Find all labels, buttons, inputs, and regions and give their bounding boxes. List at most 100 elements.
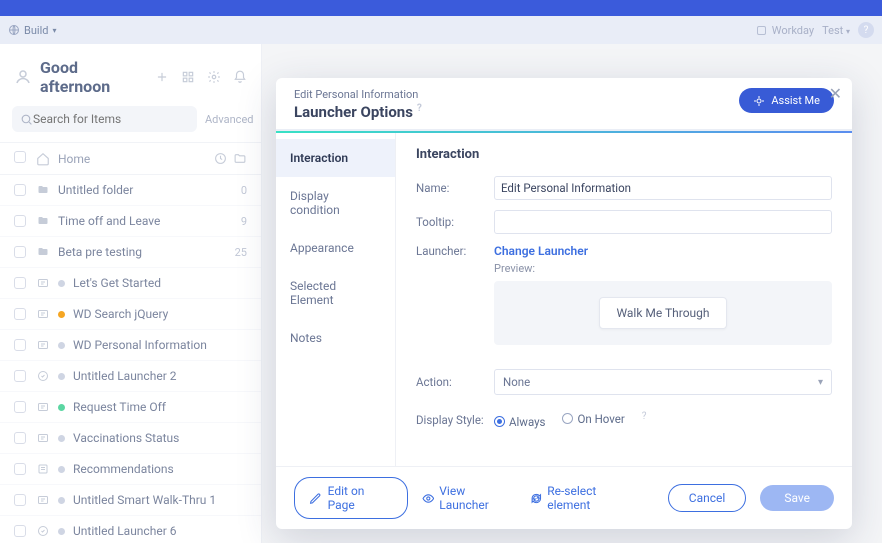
help-icon[interactable]: ?: [642, 411, 647, 422]
search-input[interactable]: [33, 112, 189, 126]
preview-label: Preview:: [494, 262, 832, 275]
pencil-icon: [309, 492, 322, 505]
checkbox[interactable]: [14, 401, 26, 413]
edit-on-page-button[interactable]: Edit on Page: [294, 477, 408, 519]
folder-row[interactable]: Beta pre testing25: [0, 237, 261, 268]
action-select[interactable]: None ▾: [494, 369, 832, 395]
folder-row[interactable]: Untitled folder0: [0, 175, 261, 206]
status-dot: [58, 435, 65, 442]
checkbox[interactable]: [14, 277, 26, 289]
walkthrough-icon: [36, 308, 50, 320]
radio-icon: [562, 413, 573, 424]
list-item[interactable]: Let's Get Started: [0, 268, 261, 299]
grid-icon[interactable]: [181, 70, 195, 84]
preview-area: Walk Me Through: [494, 281, 832, 345]
help-icon[interactable]: ?: [417, 103, 422, 114]
home-icon: [36, 152, 50, 166]
bell-icon[interactable]: [233, 70, 247, 84]
name-label: Name:: [416, 181, 494, 195]
walkthrough-icon: [36, 494, 50, 506]
list-item[interactable]: Request Time Off: [0, 392, 261, 423]
list-item[interactable]: WD Search jQuery: [0, 299, 261, 330]
modal-title: Launcher Options?: [294, 103, 422, 121]
preview-walkme-button[interactable]: Walk Me Through: [599, 297, 726, 329]
tooltip-label: Tooltip:: [416, 215, 494, 229]
list-item[interactable]: Untitled Smart Walk-Thru 1: [0, 485, 261, 516]
list-item[interactable]: Vaccinations Status: [0, 423, 261, 454]
search-input-wrap[interactable]: [12, 106, 197, 132]
cancel-button[interactable]: Cancel: [668, 484, 747, 512]
select-all-checkbox[interactable]: [14, 151, 26, 166]
list-item[interactable]: WD Personal Information: [0, 330, 261, 361]
checkbox[interactable]: [14, 184, 26, 196]
item-label: Let's Get Started: [73, 276, 247, 290]
workday-tag[interactable]: Workday: [757, 24, 814, 37]
checkbox[interactable]: [14, 525, 26, 537]
change-launcher-link[interactable]: Change Launcher: [494, 244, 588, 258]
clock-icon[interactable]: [214, 152, 227, 165]
folder-label: Beta pre testing: [58, 245, 235, 259]
item-label: Untitled Launcher 2: [73, 369, 247, 383]
chevron-down-icon: ▾: [818, 377, 823, 388]
list-item[interactable]: Untitled Launcher 2: [0, 361, 261, 392]
advanced-link[interactable]: Advanced: [205, 113, 253, 126]
sidenav-appearance[interactable]: Appearance: [276, 229, 395, 267]
checkbox[interactable]: [14, 370, 26, 382]
status-dot: [58, 497, 65, 504]
resource-icon: [36, 463, 50, 475]
launcher-icon: [36, 525, 50, 537]
home-label: Home: [58, 152, 90, 166]
close-icon[interactable]: ✕: [829, 84, 842, 103]
checkbox[interactable]: [14, 215, 26, 227]
checkbox[interactable]: [14, 308, 26, 320]
home-row[interactable]: Home: [0, 142, 261, 175]
item-label: WD Search jQuery: [73, 307, 247, 321]
item-label: WD Personal Information: [73, 338, 247, 352]
sidenav-interaction[interactable]: Interaction: [276, 139, 395, 177]
assist-me-button[interactable]: Assist Me: [739, 88, 834, 113]
sidenav-selected-element[interactable]: Selected Element: [276, 267, 395, 319]
checkbox[interactable]: [14, 339, 26, 351]
test-tag[interactable]: Test ▾: [822, 24, 850, 37]
folder-icon: [36, 246, 50, 258]
app-bar: Build ▾ Workday Test ▾ ?: [0, 16, 882, 44]
checkbox[interactable]: [14, 463, 26, 475]
folder-count: 9: [241, 215, 247, 228]
add-icon[interactable]: [155, 70, 169, 84]
walkthrough-icon: [36, 277, 50, 289]
sidenav-notes[interactable]: Notes: [276, 319, 395, 357]
status-dot: [58, 342, 65, 349]
radio-on-hover[interactable]: On Hover: [562, 412, 624, 426]
folder-add-icon[interactable]: [233, 152, 247, 165]
folder-icon: [36, 215, 50, 227]
item-list: Untitled folder0 Time off and Leave9 Bet…: [0, 175, 261, 543]
build-menu[interactable]: Build ▾: [8, 24, 57, 37]
walkthrough-icon: [36, 339, 50, 351]
status-dot: [58, 528, 65, 535]
checkbox[interactable]: [14, 494, 26, 506]
list-item[interactable]: Recommendations: [0, 454, 261, 485]
refresh-icon: [530, 492, 543, 505]
item-label: Request Time Off: [73, 400, 247, 414]
launcher-icon: [36, 370, 50, 382]
walkthrough-icon: [36, 432, 50, 444]
sparkle-icon: [753, 95, 765, 107]
walkthrough-icon: [36, 401, 50, 413]
name-input[interactable]: [494, 176, 832, 200]
radio-always[interactable]: Always: [494, 415, 546, 429]
gear-icon[interactable]: [207, 70, 221, 84]
save-button[interactable]: Save: [760, 485, 834, 511]
item-label: Recommendations: [73, 462, 247, 476]
list-item[interactable]: Untitled Launcher 6: [0, 516, 261, 543]
folder-row[interactable]: Time off and Leave9: [0, 206, 261, 237]
help-icon[interactable]: ?: [858, 22, 874, 38]
checkbox[interactable]: [14, 432, 26, 444]
checkbox[interactable]: [14, 246, 26, 258]
tooltip-input[interactable]: [494, 210, 832, 234]
view-launcher-button[interactable]: View Launcher: [422, 484, 516, 512]
reselect-element-button[interactable]: Re-select element: [530, 484, 640, 512]
item-label: Vaccinations Status: [73, 431, 247, 445]
interaction-panel: Interaction Name: Tooltip: Launcher: Cha…: [396, 133, 852, 466]
panel-heading: Interaction: [416, 147, 832, 162]
sidenav-display-condition[interactable]: Display condition: [276, 177, 395, 229]
